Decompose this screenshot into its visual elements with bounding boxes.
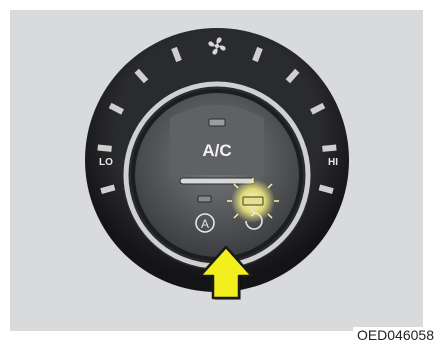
ac-button-label: A/C (202, 141, 231, 160)
ac-button[interactable]: A/C (170, 105, 264, 175)
recirculation-indicator-lamp (242, 196, 264, 206)
climate-control-knob: LO HI A/C A (85, 28, 349, 300)
lo-label: LO (99, 157, 113, 168)
hi-label: HI (328, 157, 338, 168)
fan-speed-level-mark (100, 184, 116, 194)
auto-indicator-lamp (197, 195, 212, 203)
svg-text:A: A (201, 217, 209, 231)
fan-speed-level-mark (318, 184, 334, 194)
fan-speed-level-mark (97, 144, 112, 152)
figure-code: OED046058 (352, 327, 434, 343)
fan-speed-level-mark (322, 144, 337, 152)
ac-indicator-lamp (208, 118, 226, 127)
